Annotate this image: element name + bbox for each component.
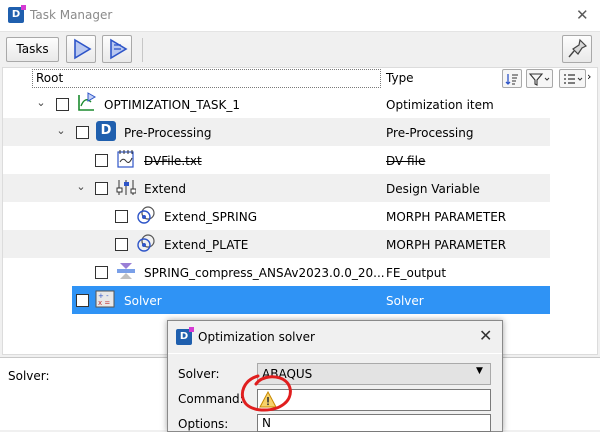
options-field-label: Options: <box>178 417 229 431</box>
tree-row[interactable] <box>3 146 550 174</box>
window-title: Task Manager <box>30 8 113 22</box>
tasks-menu-button[interactable]: Tasks <box>6 37 59 62</box>
pin-button[interactable] <box>562 35 592 63</box>
row-checkbox[interactable] <box>76 294 89 307</box>
collapse-icon[interactable]: ⌄ <box>35 96 47 109</box>
run-step-button[interactable] <box>102 35 132 63</box>
tree-item-label: Extend <box>144 182 186 196</box>
solver-icon: + - x = <box>95 290 115 308</box>
window-close-button[interactable]: ✕ <box>576 6 589 24</box>
tree-item-label: DVFile.txt <box>144 154 202 168</box>
tree-item-label: Extend_PLATE <box>164 238 249 252</box>
design-variable-icon <box>116 180 136 195</box>
tree-item-label: SPRING_compress_ANSAv2023.0.0_20... <box>144 266 385 280</box>
dialog-divider <box>168 353 502 354</box>
tree-item-type: Solver <box>386 294 424 308</box>
columns-icon[interactable] <box>559 69 586 88</box>
command-field-label: Command: <box>178 392 244 406</box>
filter-icon[interactable] <box>526 69 553 88</box>
annotation-circle <box>241 374 292 412</box>
tree-item-label: Pre-Processing <box>124 126 212 140</box>
row-checkbox[interactable] <box>95 266 108 279</box>
tree-item-label: OPTIMIZATION_TASK_1 <box>104 98 240 112</box>
dialog-logo-icon: D <box>176 327 194 345</box>
tree-item-type: FE_output <box>386 266 447 280</box>
svg-text:x =: x = <box>98 299 110 307</box>
run-button[interactable] <box>66 35 96 63</box>
row-checkbox[interactable] <box>76 126 89 139</box>
sort-icon[interactable] <box>502 69 522 88</box>
scroll-right-icon[interactable]: › <box>587 70 591 83</box>
toolbar-divider <box>142 38 143 62</box>
column-header-root[interactable]: Root <box>32 69 381 88</box>
tree-item-type: DV file <box>386 154 426 168</box>
dropdown-arrow-icon[interactable]: ▼ <box>476 366 483 376</box>
dialog-close-button[interactable]: ✕ <box>479 326 492 345</box>
dialog-title: Optimization solver <box>198 330 315 344</box>
morph-parameter-icon <box>137 206 155 224</box>
tree-item-type: Pre-Processing <box>386 126 474 140</box>
row-checkbox[interactable] <box>95 182 108 195</box>
morph-parameter-icon <box>137 234 155 252</box>
pre-processing-icon: D <box>96 121 116 141</box>
play-icon <box>74 38 92 60</box>
tree-item-type: MORPH PARAMETER <box>386 238 507 252</box>
collapse-icon[interactable]: ⌄ <box>55 124 67 137</box>
details-solver-label: Solver: <box>8 369 50 383</box>
column-header-type[interactable]: Type <box>386 70 414 87</box>
tree-item-label: Extend_SPRING <box>164 210 257 224</box>
fe-output-icon <box>117 263 135 279</box>
dv-file-icon <box>117 150 134 168</box>
row-checkbox[interactable] <box>56 98 69 111</box>
solver-field-label: Solver: <box>178 367 220 381</box>
app-logo-icon: D <box>8 5 26 23</box>
optimization-task-icon <box>78 92 96 111</box>
pin-icon <box>568 38 588 58</box>
row-checkbox[interactable] <box>115 210 128 223</box>
row-checkbox[interactable] <box>95 154 108 167</box>
tree-item-label: Solver <box>124 294 162 308</box>
options-input[interactable]: N <box>257 414 491 432</box>
collapse-icon[interactable]: ⌄ <box>75 180 87 193</box>
tree-item-type: Design Variable <box>386 182 480 196</box>
tree-item-type: Optimization item <box>386 98 494 112</box>
row-checkbox[interactable] <box>115 238 128 251</box>
play-step-icon <box>110 38 128 60</box>
tree-item-type: MORPH PARAMETER <box>386 210 507 224</box>
